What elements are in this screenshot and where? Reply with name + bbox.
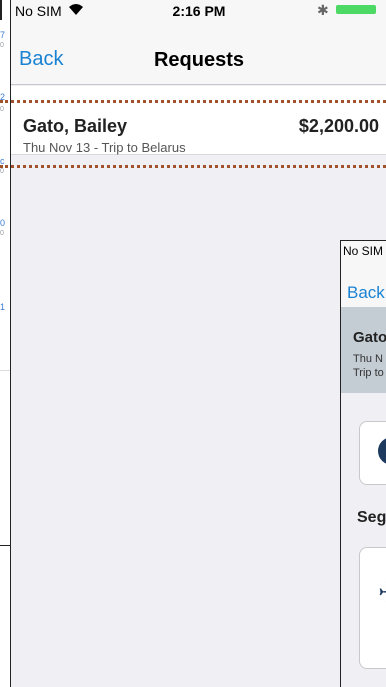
strip-label: 1	[0, 302, 6, 312]
info-card[interactable]: i	[359, 421, 386, 485]
request-name: Gato, Bailey	[23, 116, 128, 136]
highlight-bottom-line	[0, 165, 386, 168]
request-detail: Thu Nov 13 - Trip to Belarus	[23, 140, 186, 155]
request-amount: $2,200.00	[298, 116, 379, 136]
strip-label: 0	[0, 218, 6, 228]
divider	[0, 545, 10, 546]
battery-icon	[336, 5, 376, 14]
phone-screen: No SIM 2:16 PM ✱ Back Requests Gato, Bai…	[10, 0, 386, 687]
request-date: Thu N	[353, 353, 383, 365]
cursor-line	[0, 0, 2, 20]
back-button[interactable]: Back	[347, 283, 385, 303]
navigation-bar: Back Requests	[11, 20, 386, 85]
bluetooth-icon: ✱	[317, 2, 329, 18]
strip-label: 0	[0, 168, 4, 175]
navigation-bar: Back	[341, 261, 386, 308]
section-heading: Segn	[357, 509, 386, 526]
overlay-phone-screen: No SIM Back Gato Thu N Trip to i Segn ✈	[340, 240, 386, 687]
highlight-top-line	[0, 100, 386, 103]
carrier-label: No SIM	[343, 244, 384, 258]
status-bar: No SIM	[341, 241, 386, 261]
page-title: Requests	[153, 49, 245, 71]
strip-label: 0	[0, 42, 4, 49]
request-header-card: Gato Thu N Trip to	[341, 307, 386, 393]
segment-card[interactable]: ✈	[359, 547, 386, 669]
request-trip: Trip to	[353, 367, 384, 379]
divider	[0, 370, 10, 371]
info-icon: i	[378, 437, 386, 465]
plane-icon: ✈	[378, 576, 386, 609]
strip-label: 0	[0, 230, 4, 237]
clock: 2:16 PM	[172, 3, 226, 19]
status-bar: No SIM 2:16 PM ✱	[11, 0, 386, 20]
strip-label: 7	[0, 30, 6, 40]
strip-label: 0	[0, 106, 4, 113]
request-name: Gato	[353, 329, 386, 346]
request-row[interactable]: Gato, Bailey $2,200.00 Thu Nov 13 - Trip…	[11, 86, 386, 155]
